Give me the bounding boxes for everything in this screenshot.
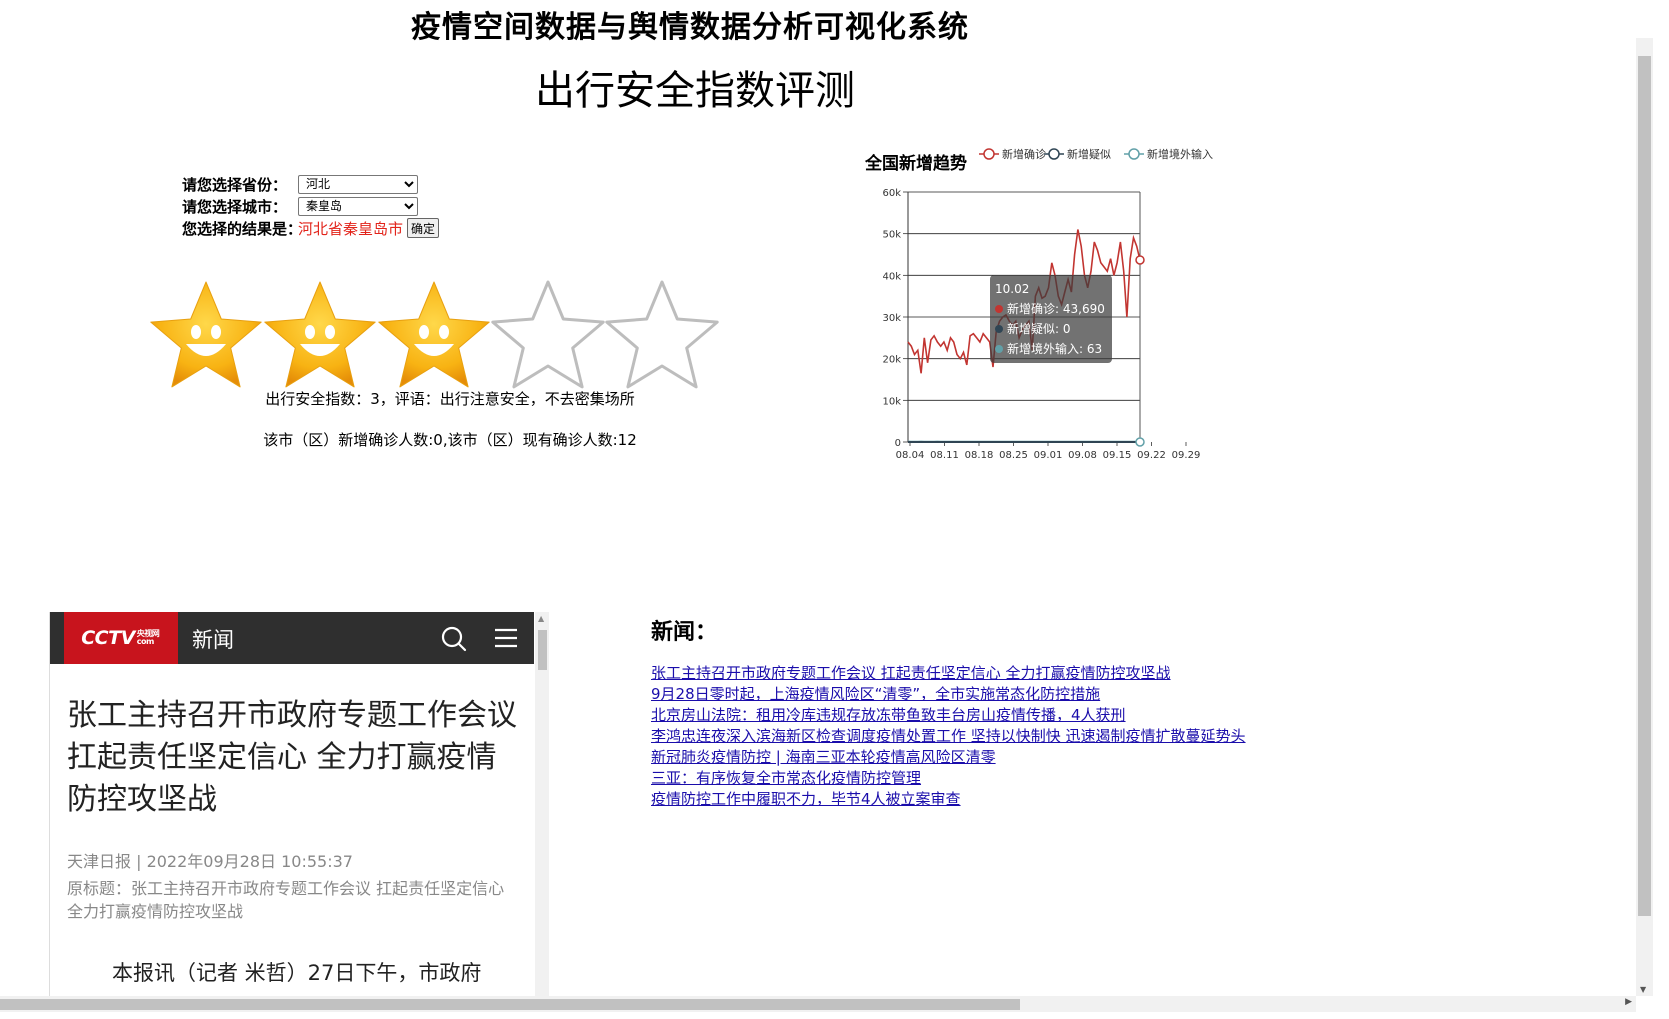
tooltip-marker — [995, 325, 1003, 333]
article-body: 本报讯（记者 米哲）27日下午，市政府 — [112, 961, 482, 985]
news-link[interactable]: 张工主持召开市政府专题工作会议 扛起责任坚定信心 全力打赢疫情防控攻坚战 — [651, 663, 1246, 684]
scroll-up-icon[interactable]: ▲ — [538, 614, 544, 623]
y-tick-label: 20k — [882, 355, 901, 366]
highlight-point — [1135, 255, 1145, 265]
province-select[interactable]: 河北 — [298, 174, 418, 194]
star-eye — [305, 325, 315, 339]
cctv-section-label: 新闻 — [192, 628, 234, 652]
x-tick-label: 09.15 — [1103, 450, 1132, 461]
legend-symbol — [1128, 148, 1140, 160]
x-tick-label: 09.01 — [1034, 450, 1063, 461]
news-link[interactable]: 疫情防控工作中履职不力，毕节4人被立案审查 — [651, 789, 1246, 810]
legend-symbol — [983, 148, 995, 160]
star-eye — [211, 325, 221, 339]
safety-star-rating — [150, 280, 719, 389]
star-eye — [419, 325, 429, 339]
city-select[interactable]: 秦皇岛 — [298, 196, 418, 216]
result-value: 河北省秦皇岛市 — [298, 219, 404, 238]
news-heading: 新闻： — [651, 620, 718, 645]
star-shape — [150, 281, 262, 388]
tooltip-marker — [995, 305, 1003, 313]
news-link[interactable]: 新冠肺炎疫情防控 | 海南三亚本轮疫情高风险区清零 — [651, 747, 1246, 768]
scroll-right-icon[interactable]: ▶ — [1625, 997, 1632, 1007]
article-original-title: 原标题：张工主持召开市政府专题工作会议 扛起责任坚定信心 全力打赢疫情防控攻坚战 — [67, 879, 505, 921]
article-scroll-thumb[interactable] — [538, 630, 547, 670]
star-shape — [264, 281, 376, 388]
x-tick-label: 09.22 — [1137, 450, 1166, 461]
cctv-logo-text: CCTV — [81, 627, 135, 649]
star-eye — [191, 325, 201, 339]
star-eye — [439, 325, 449, 339]
legend-label: 新增确诊 — [1002, 147, 1046, 161]
page-horizontal-scrollbar[interactable]: ▶ — [0, 996, 1636, 1012]
empty-star-icon — [491, 280, 605, 389]
province-row: 请您选择省份： 河北 — [182, 173, 439, 195]
y-tick-label: 30k — [882, 313, 901, 324]
news-link[interactable]: 李鸿忠连夜深入滨海新区检查调度疫情处置工作 坚持以快制快 迅速遏制疫情扩散蔓延势… — [651, 726, 1246, 747]
location-selector: 请您选择省份： 河北 请您选择城市： 秦皇岛 您选择的结果是： 河北省秦皇岛市 … — [182, 173, 440, 239]
result-row: 您选择的结果是： 河北省秦皇岛市 确定 — [182, 217, 440, 239]
filled-star-icon — [264, 281, 376, 388]
x-tick-label: 09.29 — [1172, 450, 1201, 461]
y-tick-label: 10k — [882, 396, 901, 407]
province-label: 请您选择省份： — [182, 175, 288, 194]
filled-star-icon — [150, 281, 262, 388]
tooltip-line: 新增境外输入: 63 — [1007, 341, 1102, 356]
x-tick-label: 08.11 — [930, 450, 959, 461]
news-link[interactable]: 北京房山法院：租用冷库违规存放冻带鱼致丰台房山疫情传播，4人获刑 — [651, 705, 1246, 726]
page-title: 出行安全指数评测 — [535, 68, 855, 114]
x-tick-label: 08.18 — [965, 450, 994, 461]
highlight-point — [1135, 437, 1145, 447]
empty-star-icon — [605, 280, 719, 389]
y-tick-label: 40k — [882, 271, 901, 282]
star-eye — [325, 325, 335, 339]
y-tick-label: 50k — [882, 230, 901, 241]
filled-star-icon — [378, 281, 490, 388]
article-scrollbar[interactable]: ▲ — [535, 612, 549, 997]
cctv-logo-suffix: 央视网 com — [136, 629, 160, 646]
menu-icon[interactable] — [493, 626, 519, 650]
tooltip-date: 10.02 — [995, 282, 1029, 296]
star-shape — [378, 281, 490, 388]
page-vertical-scrollbar[interactable]: ▼ — [1636, 38, 1653, 996]
tooltip-line: 新增疑似: 0 — [1007, 321, 1071, 336]
chart-title: 全国新增趋势 — [865, 154, 967, 174]
page: 疫情空间数据与舆情数据分析可视化系统 出行安全指数评测 请您选择省份： 河北 请… — [0, 0, 1669, 1019]
legend-label: 新增境外输入 — [1147, 147, 1213, 161]
search-icon[interactable] — [440, 625, 468, 653]
city-label: 请您选择城市： — [182, 197, 288, 216]
confirm-button[interactable]: 确定 — [407, 218, 440, 238]
embedded-article-frame[interactable]: CCTV 央视网 com 新闻 张工主持召开市政府专题工作会议 扛起责任坚定信心… — [49, 612, 549, 997]
x-tick-label: 08.25 — [999, 450, 1028, 461]
news-link[interactable]: 三亚：有序恢复全市常态化疫情防控管理 — [651, 768, 1246, 789]
x-tick-label: 08.04 — [896, 450, 925, 461]
vertical-scroll-thumb[interactable] — [1638, 56, 1651, 916]
legend-symbol — [1048, 148, 1060, 160]
news-link[interactable]: 9月28日零时起，上海疫情风险区“清零”，全市实施常态化防控措施 — [651, 684, 1246, 705]
horizontal-scroll-thumb[interactable] — [0, 999, 1020, 1010]
safety-index-summary: 出行安全指数：3，评语：出行注意安全，不去密集场所 — [265, 390, 635, 408]
legend-label: 新增疑似 — [1067, 147, 1111, 161]
scroll-down-icon[interactable]: ▼ — [1640, 985, 1646, 994]
tooltip-marker — [995, 345, 1003, 353]
cctv-logo[interactable]: CCTV 央视网 com — [64, 612, 178, 664]
tooltip-line: 新增确诊: 43,690 — [1007, 301, 1105, 316]
system-title: 疫情空间数据与舆情数据分析可视化系统 — [411, 10, 969, 45]
city-row: 请您选择城市： 秦皇岛 — [182, 195, 439, 217]
article-meta: 天津日报 | 2022年09月28日 10:55:37 — [67, 852, 353, 871]
news-list: 新闻： 张工主持召开市政府专题工作会议 扛起责任坚定信心 全力打赢疫情防控攻坚战… — [651, 614, 1246, 810]
y-tick-label: 0 — [895, 438, 901, 449]
article-title: 张工主持召开市政府专题工作会议 扛起责任坚定信心 全力打赢疫情防控攻坚战 — [67, 698, 517, 817]
city-case-counts: 该市（区）新增确诊人数:0,该市（区）现有确诊人数:12 — [263, 431, 637, 449]
x-tick-label: 09.08 — [1068, 450, 1097, 461]
cctv-header-bar: CCTV 央视网 com 新闻 — [50, 612, 534, 664]
y-tick-label: 60k — [882, 188, 901, 199]
result-label: 您选择的结果是： — [182, 219, 303, 238]
national-trend-chart[interactable]: 新增确诊 新增疑似 新增境外输入 0 10k 20k 30k 40k 50k 60k 08.04 08… — [862, 145, 1262, 495]
